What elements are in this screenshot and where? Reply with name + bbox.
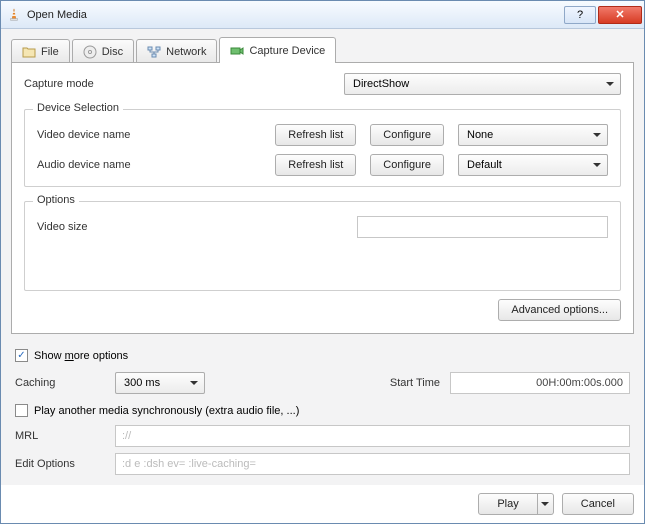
mrl-input[interactable]: :// bbox=[115, 425, 630, 447]
audio-refresh-button[interactable]: Refresh list bbox=[275, 154, 356, 176]
mrl-row: MRL :// bbox=[15, 425, 630, 447]
audio-device-select[interactable]: Default bbox=[458, 154, 608, 176]
video-size-input[interactable] bbox=[357, 216, 608, 238]
device-grid: Video device name Refresh list Configure… bbox=[37, 124, 608, 176]
video-refresh-button[interactable]: Refresh list bbox=[275, 124, 356, 146]
edit-options-label: Edit Options bbox=[15, 458, 105, 470]
capture-mode-value: DirectShow bbox=[353, 78, 409, 90]
disc-icon bbox=[83, 45, 97, 59]
play-sync-label: Play another media synchronously (extra … bbox=[34, 405, 299, 417]
device-selection-legend: Device Selection bbox=[33, 102, 123, 114]
network-icon bbox=[147, 45, 161, 59]
open-media-window: Open Media ? ✕ File Disc Network Capture… bbox=[0, 0, 645, 524]
device-selection-group: Device Selection Video device name Refre… bbox=[24, 109, 621, 187]
audio-device-label: Audio device name bbox=[37, 159, 261, 171]
capture-device-icon bbox=[230, 44, 244, 58]
cancel-button[interactable]: Cancel bbox=[562, 493, 634, 515]
advanced-row: Advanced options... bbox=[24, 299, 621, 321]
play-sync-checkbox[interactable]: Play another media synchronously (extra … bbox=[15, 404, 630, 417]
close-button[interactable]: ✕ bbox=[598, 6, 642, 24]
video-device-label: Video device name bbox=[37, 129, 261, 141]
caching-row: Caching 300 ms Start Time 00H:00m:00s.00… bbox=[15, 372, 630, 394]
close-icon: ✕ bbox=[615, 8, 624, 21]
tab-file[interactable]: File bbox=[11, 39, 70, 63]
content-area: File Disc Network Capture Device Capture… bbox=[1, 29, 644, 485]
play-dropdown-button[interactable] bbox=[538, 493, 554, 515]
audio-configure-button[interactable]: Configure bbox=[370, 154, 444, 176]
window-title: Open Media bbox=[27, 9, 562, 21]
start-time-label: Start Time bbox=[390, 377, 440, 389]
start-time-input[interactable]: 00H:00m:00s.000 bbox=[450, 372, 630, 394]
caching-spinner[interactable]: 300 ms bbox=[115, 372, 205, 394]
tab-disc[interactable]: Disc bbox=[72, 39, 134, 63]
advanced-options-button[interactable]: Advanced options... bbox=[498, 299, 621, 321]
edit-options-row: Edit Options :d e :dsh ev= :live-caching… bbox=[15, 453, 630, 475]
capture-panel: Capture mode DirectShow Device Selection… bbox=[11, 62, 634, 334]
more-options-area: ✓ Show more options Caching 300 ms Start… bbox=[11, 345, 634, 475]
video-configure-button[interactable]: Configure bbox=[370, 124, 444, 146]
tab-disc-label: Disc bbox=[102, 46, 123, 58]
tab-network[interactable]: Network bbox=[136, 39, 217, 63]
caching-label: Caching bbox=[15, 377, 105, 389]
edit-options-input[interactable]: :d e :dsh ev= :live-caching= bbox=[115, 453, 630, 475]
mrl-label: MRL bbox=[15, 430, 105, 442]
play-button[interactable]: Play bbox=[478, 493, 537, 515]
tab-capture-label: Capture Device bbox=[249, 45, 325, 57]
folder-icon bbox=[22, 45, 36, 59]
play-split-button: Play bbox=[478, 493, 553, 515]
show-more-label: Show more options bbox=[34, 350, 128, 362]
capture-mode-row: Capture mode DirectShow bbox=[24, 73, 621, 95]
tab-network-label: Network bbox=[166, 46, 206, 58]
options-legend: Options bbox=[33, 194, 79, 206]
capture-mode-label: Capture mode bbox=[24, 78, 344, 90]
video-size-label: Video size bbox=[37, 221, 357, 233]
options-group: Options Video size bbox=[24, 201, 621, 291]
footer: Play Cancel bbox=[1, 485, 644, 523]
tab-file-label: File bbox=[41, 46, 59, 58]
tab-bar: File Disc Network Capture Device bbox=[11, 37, 634, 63]
capture-mode-select[interactable]: DirectShow bbox=[344, 73, 621, 95]
video-device-select[interactable]: None bbox=[458, 124, 608, 146]
help-button[interactable]: ? bbox=[564, 6, 596, 24]
checkbox-icon: ✓ bbox=[15, 349, 28, 362]
titlebar: Open Media ? ✕ bbox=[1, 1, 644, 29]
vlc-cone-icon bbox=[7, 8, 21, 22]
tab-capture-device[interactable]: Capture Device bbox=[219, 37, 336, 63]
checkbox-icon bbox=[15, 404, 28, 417]
help-icon: ? bbox=[577, 9, 583, 21]
show-more-options-checkbox[interactable]: ✓ Show more options bbox=[15, 349, 630, 362]
